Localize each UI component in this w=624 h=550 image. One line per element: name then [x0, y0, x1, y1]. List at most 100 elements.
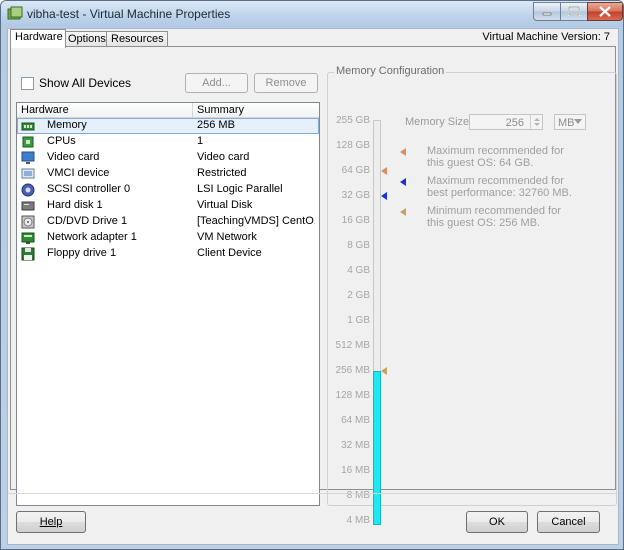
show-all-devices-checkbox[interactable] — [21, 77, 34, 90]
hardware-summary: VM Network — [197, 231, 257, 243]
add-button[interactable]: Add... — [185, 73, 248, 93]
memory-icon — [21, 122, 35, 131]
minimize-icon — [542, 12, 552, 16]
memory-scale-label: 16 MB — [341, 465, 370, 476]
hard-disk-icon — [21, 201, 35, 211]
vmci-icon — [21, 168, 35, 179]
recommendation-marker-icon — [381, 167, 387, 175]
memory-unit-value: MB — [558, 117, 575, 129]
maximize-button[interactable] — [560, 2, 588, 21]
memory-scale-label: 64 GB — [341, 165, 370, 176]
vm-version-label: Virtual Machine Version: 7 — [482, 31, 610, 43]
memory-unit-select[interactable]: MB — [554, 114, 586, 130]
show-all-devices-label: Show All Devices — [39, 76, 132, 90]
column-separator[interactable] — [192, 103, 193, 117]
memory-scale-label: 256 MB — [335, 365, 370, 376]
hardware-row[interactable]: Memory 256 MB — [17, 118, 319, 134]
hardware-name: VMCI device — [47, 167, 110, 179]
maximize-icon — [568, 6, 580, 16]
window-title: vibha-test - Virtual Machine Properties — [27, 7, 231, 21]
floppy-icon — [21, 247, 35, 261]
vm-app-icon — [7, 6, 23, 20]
network-icon — [21, 232, 35, 244]
hardware-row[interactable]: Network adapter 1 VM Network — [17, 230, 319, 246]
hardware-name: CPUs — [47, 135, 76, 147]
tab-hardware[interactable]: Hardware — [10, 29, 66, 48]
hardware-row[interactable]: CPUs 1 — [17, 134, 319, 150]
help-button-label: Help — [39, 516, 63, 528]
hardware-summary: Video card — [197, 151, 250, 163]
hardware-summary: Restricted — [197, 167, 247, 179]
scsi-icon — [21, 183, 35, 197]
cancel-button[interactable]: Cancel — [537, 511, 600, 533]
cd-dvd-icon — [21, 215, 35, 229]
memory-scale-label: 512 MB — [335, 340, 370, 351]
memory-scale-label: 8 GB — [347, 240, 370, 251]
footer-separator — [8, 493, 618, 494]
memory-scale-label: 32 GB — [341, 190, 370, 201]
tab-options[interactable]: Options — [63, 31, 109, 47]
memory-scale-label: 32 MB — [341, 440, 370, 451]
memory-scale[interactable]: 255 GB 128 GB 64 GB 32 GB 16 GB 8 GB 4 GB 2 GB 1… — [328, 73, 398, 526]
cpu-icon — [22, 136, 34, 148]
remove-button[interactable]: Remove — [254, 73, 318, 93]
legend-marker-icon — [400, 178, 406, 186]
hardware-row[interactable]: Video card Video card — [17, 150, 319, 166]
dialog-client: Hardware Options Resources Virtual Machi… — [7, 28, 619, 545]
memory-legend-text: Minimum recommended for this guest OS: 2… — [427, 205, 561, 229]
memory-scale-label: 16 GB — [341, 215, 370, 226]
hardware-row[interactable]: VMCI device Restricted — [17, 166, 319, 182]
close-button[interactable] — [587, 2, 623, 21]
hardware-row[interactable]: Floppy drive 1 Client Device — [17, 246, 319, 262]
hardware-summary: Client Device — [197, 247, 262, 259]
memory-scale-label: 1 GB — [347, 315, 370, 326]
hardware-name: Hard disk 1 — [47, 199, 103, 211]
memory-scale-label: 4 MB — [346, 515, 370, 526]
memory-scale-label: 128 MB — [335, 390, 370, 401]
memory-scale-label: 128 GB — [336, 140, 370, 151]
memory-scale-label: 8 MB — [346, 490, 370, 501]
memory-configuration-group: Memory Configuration 255 GB 128 GB 64 GB 32… — [327, 65, 617, 526]
memory-size-label: Memory Size: — [405, 116, 473, 128]
hardware-summary: [TeachingVMDS] CentO... — [197, 215, 315, 227]
minimize-button[interactable] — [533, 2, 561, 21]
spinner-arrows-icon — [534, 118, 540, 126]
memory-scale-label: 255 GB — [336, 115, 370, 126]
chevron-down-icon — [574, 119, 582, 124]
recommendation-marker-icon — [381, 192, 387, 200]
memory-scale-label: 64 MB — [341, 415, 370, 426]
hardware-name: SCSI controller 0 — [47, 183, 131, 195]
hardware-summary: 1 — [197, 135, 204, 147]
hardware-name: Memory — [47, 119, 87, 131]
hardware-name: Video card — [47, 151, 100, 163]
hardware-row[interactable]: SCSI controller 0 LSI Logic Parallel — [17, 182, 319, 198]
hardware-summary: LSI Logic Parallel — [197, 183, 283, 195]
hardware-name: Network adapter 1 — [47, 231, 137, 243]
help-button[interactable]: Help — [16, 511, 86, 533]
hardware-row[interactable]: Hard disk 1 Virtual Disk — [17, 198, 319, 214]
column-hardware[interactable]: Hardware — [21, 103, 69, 117]
hardware-panel: Show All Devices Add... Remove Hardware … — [10, 46, 617, 526]
properties-window: vibha-test - Virtual Machine Properties … — [0, 0, 624, 550]
memory-scale-label: 2 GB — [347, 290, 370, 301]
memory-legend-text: Maximum recommended for best performance… — [427, 175, 572, 199]
close-icon — [599, 6, 611, 17]
hardware-summary: Virtual Disk — [197, 199, 253, 211]
legend-marker-icon — [400, 148, 406, 156]
tab-resources[interactable]: Resources — [106, 31, 168, 47]
hardware-name: Floppy drive 1 — [47, 247, 117, 259]
hardware-summary: 256 MB — [197, 119, 235, 131]
title-bar[interactable]: vibha-test - Virtual Machine Properties — [1, 1, 623, 27]
hardware-row[interactable]: CD/DVD Drive 1 [TeachingVMDS] CentO... — [17, 214, 319, 230]
column-summary[interactable]: Summary — [197, 103, 244, 117]
ok-button[interactable]: OK — [466, 511, 528, 533]
hardware-list[interactable]: Hardware Summary Memory 256 MB CPUs 1 Video … — [16, 102, 320, 506]
hardware-name: CD/DVD Drive 1 — [47, 215, 128, 227]
memory-level-fill — [373, 371, 381, 525]
legend-marker-icon — [400, 208, 406, 216]
memory-size-spinner[interactable] — [530, 115, 543, 129]
monitor-icon — [21, 151, 35, 164]
list-header: Hardware Summary — [17, 103, 319, 118]
memory-scale-label: 4 GB — [347, 265, 370, 276]
memory-legend-text: Maximum recommended for this guest OS: 6… — [427, 145, 564, 169]
